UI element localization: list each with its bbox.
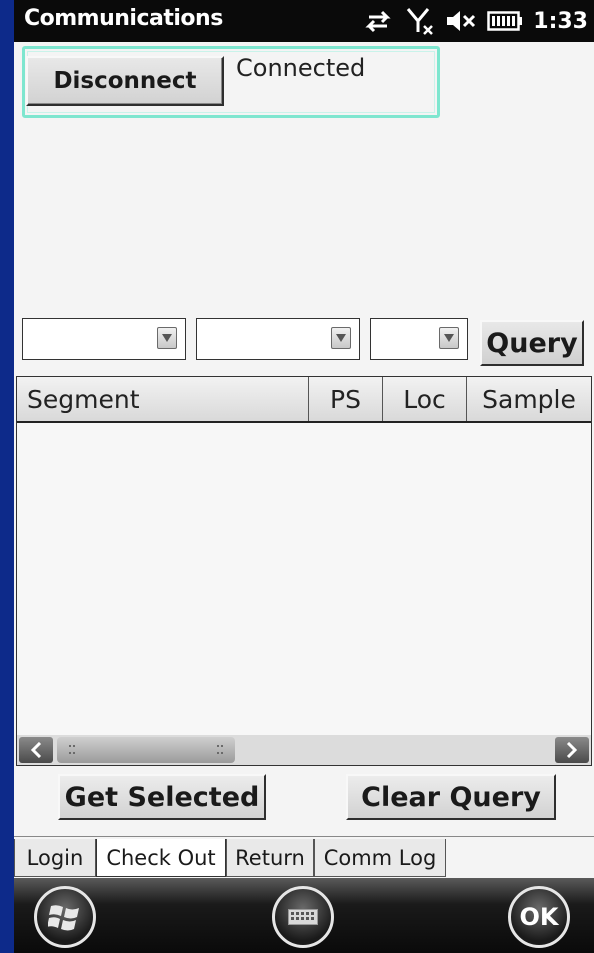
status-icons: 1:33	[361, 4, 588, 38]
disconnect-button[interactable]: Disconnect	[26, 56, 224, 106]
column-header-loc[interactable]: Loc	[383, 377, 467, 421]
tab-bar: Login Check Out Return Comm Log	[14, 836, 594, 878]
connection-status: Connected	[236, 54, 366, 82]
clear-query-button[interactable]: Clear Query	[346, 774, 556, 820]
horizontal-scrollbar[interactable]	[17, 735, 591, 765]
query-button[interactable]: Query	[480, 320, 584, 366]
scroll-thumb[interactable]	[57, 737, 235, 763]
scroll-right-icon[interactable]	[555, 737, 589, 763]
title-bar: Communications 1:33	[14, 0, 594, 42]
query-combo-1[interactable]	[22, 318, 186, 360]
battery-icon	[487, 10, 523, 32]
ok-button[interactable]: OK	[508, 886, 570, 948]
query-combo-2[interactable]	[196, 318, 360, 360]
results-list[interactable]: Segment PS Loc Sample	[16, 376, 592, 766]
app-window: Communications 1:33 Disconnect Connected…	[14, 0, 594, 953]
chevron-down-icon[interactable]	[157, 327, 177, 349]
keyboard-icon[interactable]	[272, 886, 334, 948]
soft-key-bar: OK	[14, 878, 594, 953]
tab-comm-log[interactable]: Comm Log	[314, 839, 446, 877]
tab-login[interactable]: Login	[14, 839, 96, 877]
column-header-ps[interactable]: PS	[309, 377, 383, 421]
get-selected-button[interactable]: Get Selected	[58, 774, 266, 820]
ok-label: OK	[519, 903, 559, 931]
tab-return[interactable]: Return	[226, 839, 314, 877]
window-title: Communications	[24, 6, 223, 31]
list-header: Segment PS Loc Sample	[17, 377, 591, 423]
no-signal-icon	[405, 6, 435, 36]
tab-check-out[interactable]: Check Out	[96, 839, 226, 877]
clock: 1:33	[533, 8, 588, 34]
column-header-sample[interactable]: Sample	[467, 377, 591, 421]
data-connection-icon	[361, 7, 395, 35]
chevron-down-icon[interactable]	[439, 327, 459, 349]
start-windows-icon[interactable]	[34, 886, 96, 948]
query-combo-3[interactable]	[370, 318, 468, 360]
scroll-left-icon[interactable]	[19, 737, 53, 763]
speaker-muted-icon	[445, 8, 477, 34]
chevron-down-icon[interactable]	[331, 327, 351, 349]
column-header-segment[interactable]: Segment	[17, 377, 309, 421]
